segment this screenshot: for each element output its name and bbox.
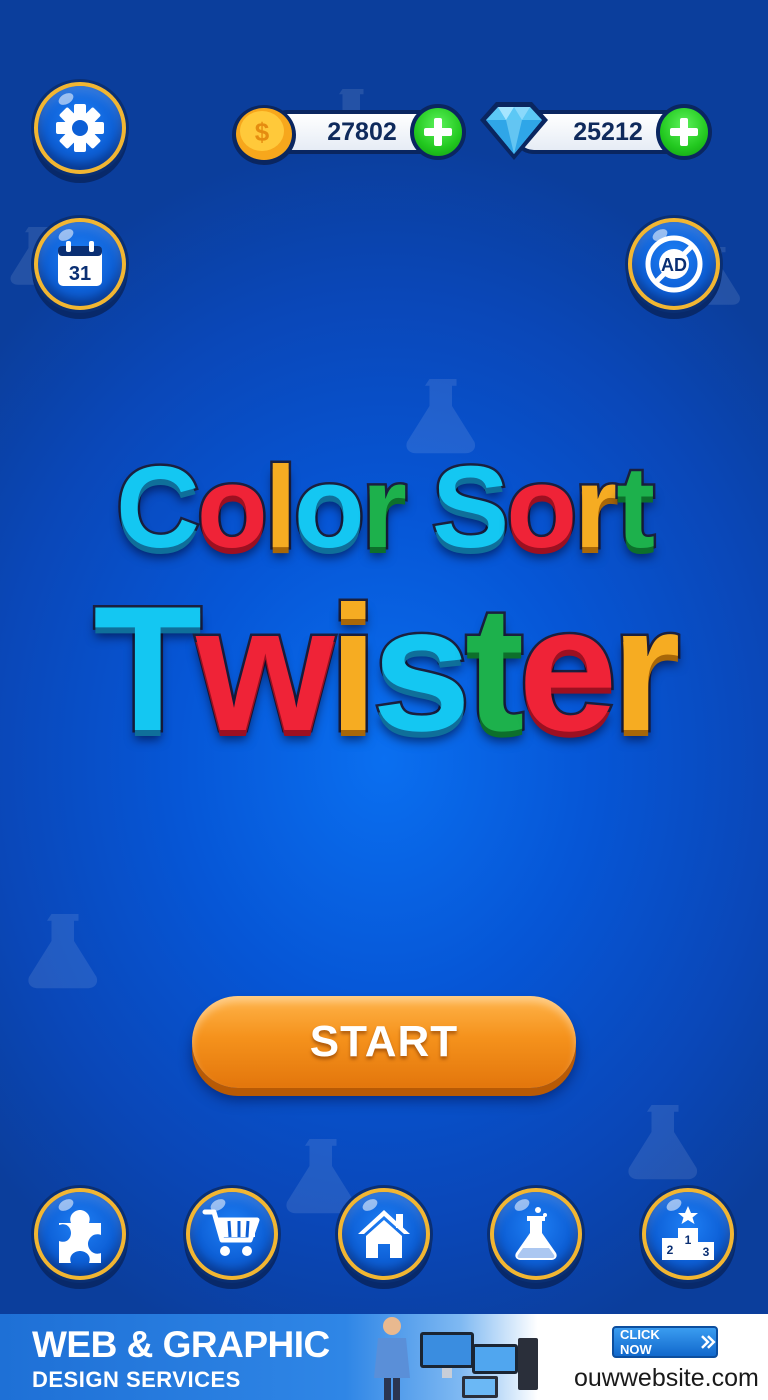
shop-button[interactable] — [186, 1188, 278, 1280]
podium-icon: 1 2 3 — [662, 1206, 714, 1260]
ad-url: ouwwebsite.com — [574, 1364, 759, 1392]
coin-amount: 27802 — [327, 117, 397, 146]
svg-text:3: 3 — [703, 1245, 710, 1259]
ad-subtitle: DESIGN SERVICES — [32, 1367, 241, 1392]
plus-icon — [424, 118, 452, 146]
double-chevron-icon — [701, 1335, 716, 1349]
gear-icon — [56, 104, 104, 152]
ad-cta-label: CLICK NOW — [620, 1327, 660, 1357]
title-letter: r — [609, 567, 683, 771]
title-letter: r — [572, 440, 622, 575]
svg-text:2: 2 — [667, 1243, 674, 1257]
coin-icon: $ — [232, 105, 296, 165]
title-letter: o — [194, 440, 270, 575]
title-letter — [404, 440, 432, 574]
title-letter: S — [429, 440, 511, 575]
no-ads-label: AD — [661, 255, 687, 275]
game-title-line2: Twister — [0, 566, 768, 771]
start-button[interactable]: START — [192, 996, 576, 1088]
title-letter: T — [91, 567, 205, 771]
game-title-line1: Color Sort — [0, 440, 768, 575]
leaderboard-button[interactable]: 1 2 3 — [642, 1188, 734, 1280]
svg-text:$: $ — [255, 117, 270, 147]
title-letter: s — [370, 567, 474, 771]
plus-icon — [670, 118, 698, 146]
title-letter: o — [291, 440, 367, 575]
puzzle-icon — [59, 1210, 101, 1263]
flask-icon — [515, 1207, 557, 1260]
title-letter: e — [516, 567, 620, 771]
settings-button[interactable] — [34, 82, 126, 174]
title-letter: t — [463, 567, 527, 771]
puzzle-button[interactable] — [34, 1188, 126, 1280]
title-letter: o — [504, 440, 580, 575]
svg-text:1: 1 — [685, 1233, 692, 1247]
ad-banner[interactable]: WEB & GRAPHIC DESIGN SERVICES CLICK NOW … — [0, 1314, 768, 1400]
flask-watermark-icon — [628, 1105, 698, 1180]
cart-icon — [202, 1209, 260, 1256]
diamond-icon — [480, 102, 548, 160]
coin-counter: 27802 $ — [230, 102, 470, 165]
add-gems-button[interactable] — [656, 104, 712, 160]
calendar-icon: 31 — [58, 241, 102, 286]
ad-title: WEB & GRAPHIC — [32, 1324, 330, 1365]
daily-reward-button[interactable]: 31 — [34, 218, 126, 310]
title-letter: l — [262, 440, 299, 575]
home-button[interactable] — [338, 1188, 430, 1280]
home-icon — [358, 1210, 410, 1258]
add-coins-button[interactable] — [410, 104, 466, 160]
start-button-label: START — [309, 1017, 459, 1066]
no-ads-icon: AD — [645, 235, 703, 293]
gem-counter: 25212 — [476, 102, 716, 160]
title-letter: r — [359, 440, 409, 575]
title-letter: i — [326, 567, 381, 771]
title-letter: C — [114, 440, 203, 575]
lab-button[interactable] — [490, 1188, 582, 1280]
calendar-day: 31 — [69, 263, 91, 285]
flask-watermark-icon — [28, 914, 98, 989]
title-letter: t — [614, 440, 658, 575]
remove-ads-button[interactable]: AD — [628, 218, 720, 310]
title-letter: w — [194, 567, 338, 771]
gem-amount: 25212 — [573, 117, 643, 146]
ad-click-now-button[interactable]: CLICK NOW — [612, 1326, 718, 1358]
ad-illustration — [374, 1317, 538, 1400]
